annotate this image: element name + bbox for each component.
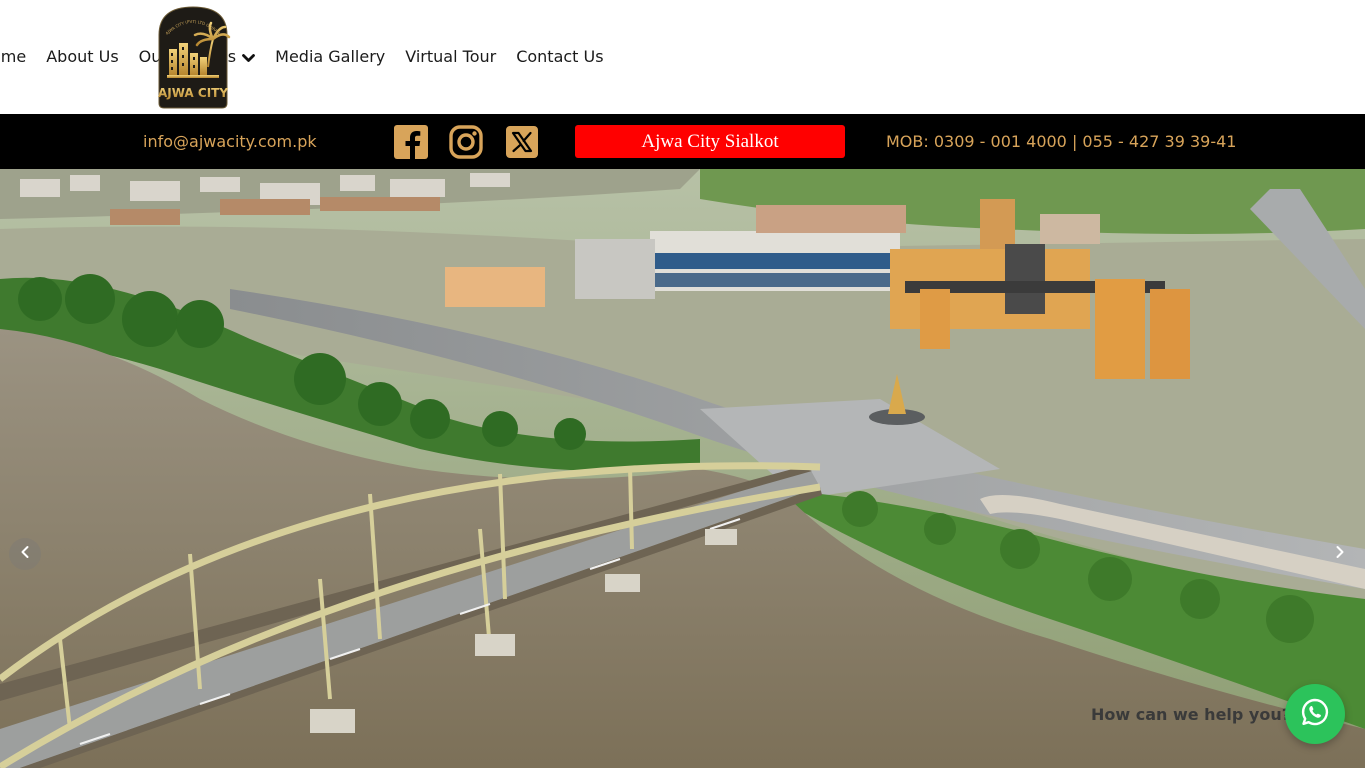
whatsapp-icon	[1300, 697, 1330, 732]
facebook-icon[interactable]	[393, 124, 429, 160]
contact-bar: info@ajwacity.com.pk Ajwa City Sialkot M…	[0, 114, 1365, 169]
nav-media-gallery[interactable]: Media Gallery	[275, 47, 385, 66]
instagram-icon[interactable]	[448, 124, 484, 160]
logo-text: AJWA CITY	[158, 86, 228, 100]
hero-aerial-image	[0, 169, 1365, 768]
chevron-left-icon	[20, 545, 30, 564]
main-nav: ome About Us Our Projects Media Gallery …	[0, 46, 604, 67]
email-link[interactable]: info@ajwacity.com.pk	[143, 132, 317, 151]
slider-next-button[interactable]	[1324, 538, 1356, 570]
mobile-numbers: MOB: 0309 - 001 4000 | 055 - 427 39 39-4…	[886, 132, 1237, 151]
chat-prompt[interactable]: How can we help you?	[1091, 705, 1291, 724]
nav-virtual-tour[interactable]: Virtual Tour	[405, 47, 496, 66]
slider-prev-button[interactable]	[9, 538, 41, 570]
whatsapp-chat-button[interactable]	[1285, 684, 1345, 744]
hero-slider: How can we help you?	[0, 169, 1365, 768]
nav-about-us[interactable]: About Us	[46, 47, 118, 66]
chevron-right-icon	[1335, 545, 1345, 564]
ajwa-city-logo[interactable]: AJWA CITY (PVT) LTD GUJRANWALA AJWA CITY	[151, 1, 233, 109]
nav-contact-us[interactable]: Contact Us	[516, 47, 603, 66]
nav-home[interactable]: ome	[0, 47, 26, 66]
chevron-down-icon[interactable]	[242, 48, 256, 67]
ajwa-city-sialkot-button[interactable]: Ajwa City Sialkot	[575, 125, 845, 158]
x-icon[interactable]	[504, 124, 540, 160]
site-header: ome About Us Our Projects Media Gallery …	[0, 0, 1365, 114]
